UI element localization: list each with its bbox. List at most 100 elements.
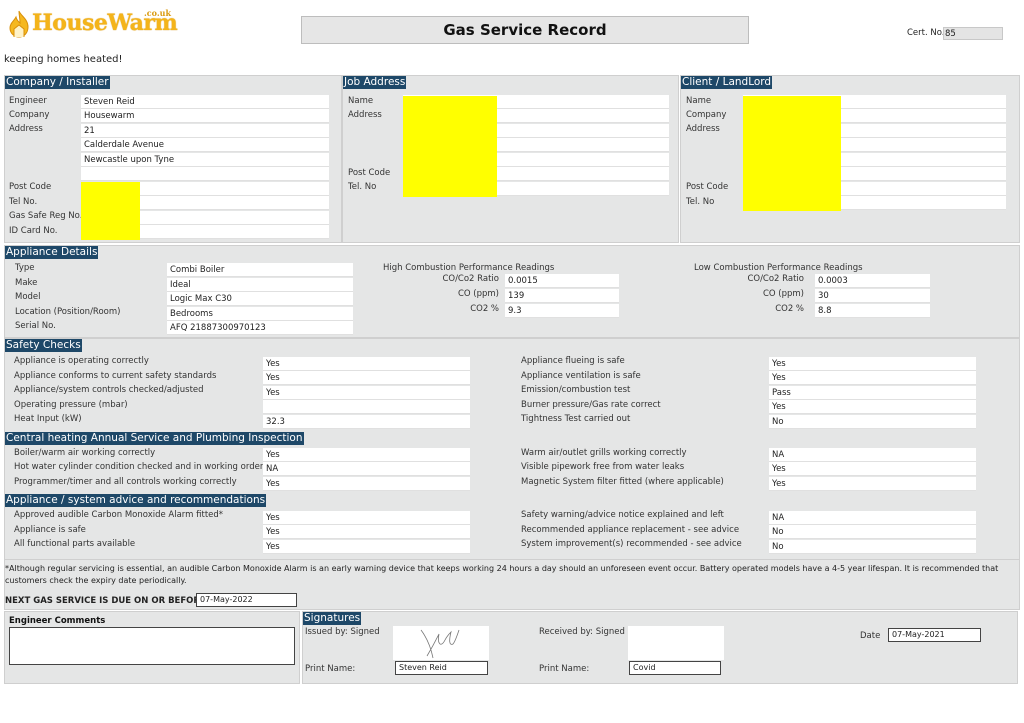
low-co2-field[interactable]: 8.8 <box>815 304 930 318</box>
address-label: Address <box>348 110 382 120</box>
advice-item-field[interactable]: NA <box>769 511 976 525</box>
safety-item-field[interactable]: Yes <box>263 357 470 371</box>
advice-item-field[interactable]: Yes <box>263 525 470 539</box>
received-signature-box[interactable] <box>628 626 724 660</box>
ch-item-label: Hot water cylinder condition checked and… <box>14 462 264 472</box>
ch-item-label: Warm air/outlet grills working correctly <box>521 448 687 458</box>
type-label: Type <box>15 263 35 273</box>
make-field[interactable]: Ideal <box>167 278 353 292</box>
received-by-label: Received by: Signed <box>539 627 625 637</box>
advice-item-field[interactable]: No <box>769 525 976 539</box>
safety-item-field[interactable]: Yes <box>769 357 976 371</box>
section-heading: Client / LandLord <box>681 76 773 89</box>
advice-item-field[interactable]: Yes <box>263 540 470 554</box>
signatures-heading: Signatures <box>303 612 362 625</box>
engineer-label: Engineer <box>9 96 47 106</box>
ch-item-field[interactable]: Yes <box>263 448 470 462</box>
ch-item-field[interactable]: Yes <box>263 477 470 491</box>
high-co-label: CO (ppm) <box>457 289 499 299</box>
issued-signature-box[interactable] <box>393 626 489 660</box>
ch-item-label: Programmer/timer and all controls workin… <box>14 477 237 487</box>
model-field[interactable]: Logic Max C30 <box>167 292 353 306</box>
client-landlord-panel: Client / LandLord Name Company Address P… <box>680 75 1020 243</box>
cert-number-field[interactable]: 85 <box>943 27 1003 40</box>
safety-item-field[interactable]: Pass <box>769 386 976 400</box>
advice-item-label: All functional parts available <box>14 539 136 549</box>
housewarm-logo: HouseWarm .co.uk <box>6 8 178 38</box>
date-field[interactable]: 07-May-2021 <box>888 628 981 642</box>
make-label: Make <box>15 278 38 288</box>
ch-item-field[interactable]: Yes <box>769 462 976 476</box>
tel-label: Tel No. <box>9 197 38 207</box>
safety-item-field[interactable] <box>263 400 470 414</box>
serial-field[interactable]: AFQ 21887300970123 <box>167 321 353 335</box>
redaction-block <box>743 96 841 211</box>
tel-label: Tel. No <box>348 182 377 192</box>
safety-item-field[interactable]: Yes <box>263 371 470 385</box>
safety-item-field[interactable]: Yes <box>769 400 976 414</box>
safety-item-field[interactable]: No <box>769 415 976 429</box>
company-installer-panel: Company / Installer Engineer Company Add… <box>4 75 342 243</box>
issued-print-name-label: Print Name: <box>305 664 356 674</box>
next-service-date-field[interactable]: 07-May-2022 <box>196 593 297 607</box>
date-label: Date <box>860 631 881 641</box>
advice-item-label: System improvement(s) recommended - see … <box>521 539 742 549</box>
ch-item-field[interactable]: NA <box>769 448 976 462</box>
low-co-field[interactable]: 30 <box>815 289 930 303</box>
section-heading: Job Address <box>343 76 407 89</box>
signature-scribble-icon <box>420 629 460 659</box>
postcode-label: Post Code <box>686 182 729 192</box>
engineer-comments-input[interactable] <box>9 627 295 665</box>
high-co-co2-field[interactable]: 0.0015 <box>505 274 619 288</box>
engineer-comments-label: Engineer Comments <box>9 616 106 626</box>
location-field[interactable]: Bedrooms <box>167 307 353 321</box>
company-field[interactable]: Housewarm <box>81 109 329 123</box>
low-combustion-title: Low Combustion Performance Readings <box>694 263 863 273</box>
high-co2-field[interactable]: 9.3 <box>505 304 619 318</box>
high-co2-label: CO2 % <box>470 304 499 314</box>
serial-label: Serial No. <box>15 321 56 331</box>
address-line3-field[interactable]: Newcastle upon Tyne <box>81 153 329 167</box>
low-co-co2-field[interactable]: 0.0003 <box>815 274 930 288</box>
safety-item-label: Burner pressure/Gas rate correct <box>521 400 661 410</box>
appliance-details-panel: Appliance Details Type Make Model Locati… <box>4 245 1020 338</box>
advice-item-field[interactable]: No <box>769 540 976 554</box>
safety-item-label: Emission/combustion test <box>521 385 631 395</box>
advice-heading: Appliance / system advice and recommenda… <box>5 494 267 507</box>
model-label: Model <box>15 292 41 302</box>
company-label: Company <box>686 110 727 120</box>
job-address-panel: Job Address Name Address Post Code Tel. … <box>342 75 679 243</box>
checks-panel: Safety Checks Appliance is operating cor… <box>4 338 1020 560</box>
safety-item-field[interactable]: Yes <box>263 386 470 400</box>
ch-item-field[interactable]: NA <box>263 462 470 476</box>
high-co-field[interactable]: 139 <box>505 289 619 303</box>
advice-item-field[interactable]: Yes <box>263 511 470 525</box>
company-label: Company <box>9 110 50 120</box>
address-line4-field[interactable] <box>81 167 329 181</box>
engineer-field[interactable]: Steven Reid <box>81 95 329 109</box>
flame-icon <box>9 10 29 38</box>
name-label: Name <box>348 96 374 106</box>
safety-item-label: Operating pressure (mbar) <box>14 400 128 410</box>
redaction-block <box>81 182 140 240</box>
postcode-label: Post Code <box>348 168 391 178</box>
received-print-name-field[interactable]: Covid <box>629 661 721 675</box>
type-field[interactable]: Combi Boiler <box>167 263 353 277</box>
low-co2-label: CO2 % <box>775 304 804 314</box>
ch-item-field[interactable]: Yes <box>769 477 976 491</box>
next-service-label: NEXT GAS SERVICE IS DUE ON OR BEFORE <box>5 596 206 606</box>
safety-item-label: Appliance flueing is safe <box>521 356 625 366</box>
safety-item-field[interactable]: 32.3 <box>263 415 470 429</box>
advice-item-label: Appliance is safe <box>14 525 86 535</box>
address-line2-field[interactable]: Calderdale Avenue <box>81 138 329 152</box>
high-co-co2-label: CO/Co2 Ratio <box>442 274 499 284</box>
address-line1-field[interactable]: 21 <box>81 124 329 138</box>
safety-item-label: Appliance/system controls checked/adjust… <box>14 385 204 395</box>
postcode-label: Post Code <box>9 182 52 192</box>
issued-print-name-field[interactable]: Steven Reid <box>395 661 488 675</box>
low-co-co2-label: CO/Co2 Ratio <box>747 274 804 284</box>
signatures-panel: Signatures Issued by: Signed Print Name:… <box>302 611 1018 684</box>
central-heating-heading: Central heating Annual Service and Plumb… <box>5 432 304 445</box>
safety-item-field[interactable]: Yes <box>769 371 976 385</box>
section-heading: Company / Installer <box>5 76 110 89</box>
